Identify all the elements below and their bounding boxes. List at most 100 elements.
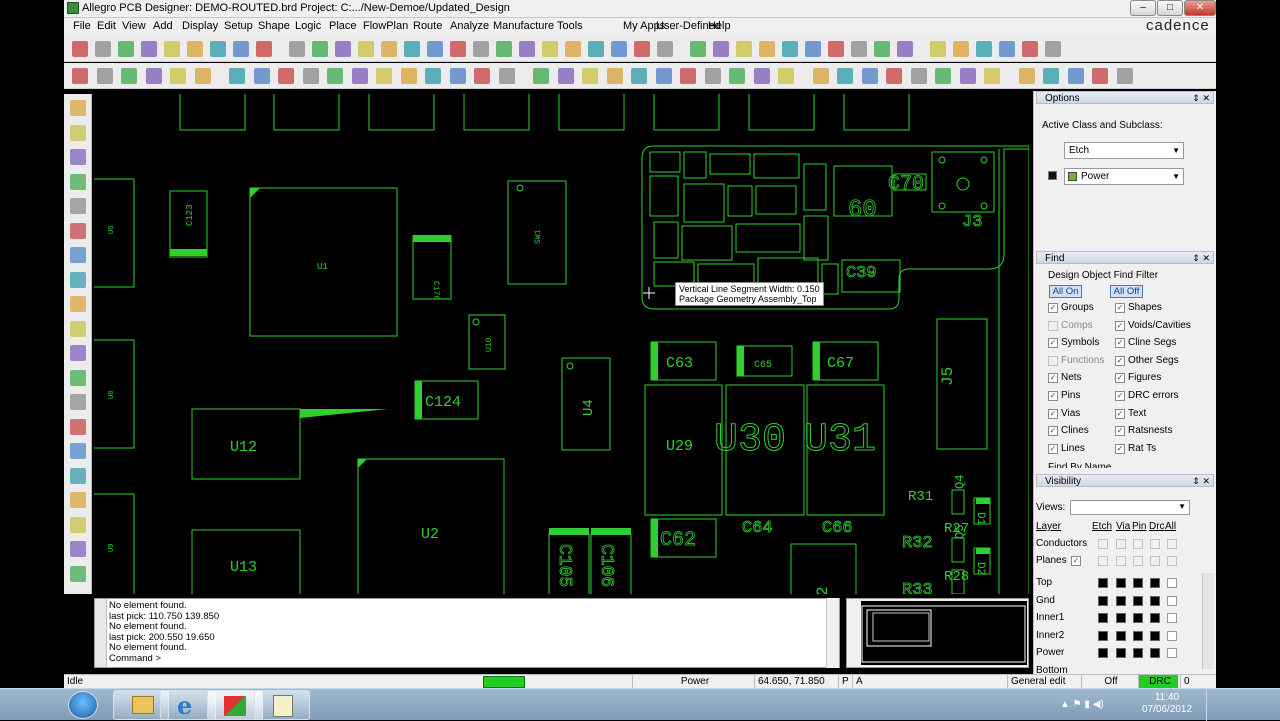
panel-controls[interactable]: ⇕ ✕ bbox=[1192, 475, 1210, 488]
command-console[interactable]: No element found. last pick: 110.750 139.… bbox=[94, 598, 840, 668]
views-select[interactable]: ▼ bbox=[1070, 500, 1190, 515]
planes-vis-box[interactable] bbox=[1098, 556, 1108, 566]
left-tool-icon-13[interactable] bbox=[70, 418, 86, 435]
layer-inner2-toggle[interactable] bbox=[1150, 630, 1160, 641]
menu-route[interactable]: Route bbox=[413, 20, 442, 32]
left-tool-icon-15[interactable] bbox=[70, 467, 86, 484]
tb2-tool-icon-1[interactable] bbox=[96, 68, 113, 84]
close-button[interactable]: ✕ bbox=[1184, 0, 1216, 16]
find-checkbox-figures[interactable]: ✓ bbox=[1115, 373, 1125, 384]
status-drc[interactable]: DRC bbox=[1138, 675, 1178, 689]
tb1-tool-icon-22[interactable] bbox=[588, 41, 604, 57]
left-tool-icon-9[interactable] bbox=[70, 320, 86, 337]
menu-setup[interactable]: Setup bbox=[224, 20, 253, 32]
find-checkbox-ratsnests[interactable]: ✓ bbox=[1115, 426, 1125, 437]
left-tool-icon-17[interactable] bbox=[70, 516, 86, 533]
panel-controls[interactable]: ⇕ ✕ bbox=[1192, 92, 1210, 105]
tb1-tool-icon-0[interactable] bbox=[72, 41, 88, 57]
layer-inner1-toggle[interactable] bbox=[1133, 613, 1143, 623]
menu-edit[interactable]: Edit bbox=[97, 20, 116, 32]
left-tool-icon-19[interactable] bbox=[70, 565, 86, 582]
tb2-tool-icon-12[interactable] bbox=[376, 68, 392, 84]
tb2-tool-icon-36[interactable] bbox=[984, 68, 1000, 84]
planes-vis-box[interactable] bbox=[1150, 556, 1160, 566]
tb2-tool-icon-41[interactable] bbox=[1116, 68, 1133, 84]
left-tool-icon-6[interactable] bbox=[70, 247, 86, 263]
left-tool-icon-14[interactable] bbox=[70, 443, 86, 459]
tb1-tool-icon-40[interactable] bbox=[1022, 41, 1038, 57]
layer-top-toggle[interactable] bbox=[1167, 578, 1177, 588]
tb1-tool-icon-1[interactable] bbox=[95, 41, 111, 57]
tb2-tool-icon-4[interactable] bbox=[170, 68, 186, 84]
menu-help[interactable]: Help bbox=[708, 20, 731, 32]
console-scrollbar[interactable] bbox=[826, 598, 839, 668]
menu-shape[interactable]: Shape bbox=[258, 20, 290, 32]
tb1-tool-icon-11[interactable] bbox=[335, 41, 351, 57]
class-select[interactable]: Etch ▼ bbox=[1064, 142, 1184, 159]
tb1-tool-icon-17[interactable] bbox=[473, 41, 489, 57]
maximize-button[interactable]: □ bbox=[1157, 0, 1183, 16]
layer-gnd-toggle[interactable] bbox=[1167, 595, 1177, 606]
tb2-tool-icon-10[interactable] bbox=[327, 68, 343, 84]
tb1-tool-icon-34[interactable] bbox=[874, 41, 890, 57]
tb2-tool-icon-17[interactable] bbox=[498, 68, 515, 84]
tb1-tool-icon-4[interactable] bbox=[164, 41, 180, 57]
layer-inner1-toggle[interactable] bbox=[1167, 613, 1177, 623]
status-p-button[interactable]: P bbox=[838, 675, 850, 689]
tb2-tool-icon-30[interactable] bbox=[837, 68, 853, 84]
left-tool-icon-8[interactable] bbox=[70, 296, 86, 312]
subclass-select[interactable]: Power ▼ bbox=[1064, 168, 1184, 185]
tb2-tool-icon-34[interactable] bbox=[935, 68, 951, 84]
tb2-tool-icon-11[interactable] bbox=[351, 68, 368, 84]
tb1-tool-icon-35[interactable] bbox=[897, 41, 913, 57]
layer-inner1-toggle[interactable] bbox=[1098, 613, 1108, 623]
menu-display[interactable]: Display bbox=[182, 20, 218, 32]
tb2-tool-icon-2[interactable] bbox=[121, 68, 137, 84]
tb1-tool-icon-6[interactable] bbox=[210, 41, 226, 57]
find-checkbox-groups[interactable]: ✓ bbox=[1048, 303, 1058, 313]
find-checkbox-shapes[interactable]: ✓ bbox=[1115, 303, 1125, 313]
find-checkbox-pins[interactable]: ✓ bbox=[1048, 391, 1058, 401]
tb2-tool-icon-0[interactable] bbox=[72, 68, 88, 84]
left-tool-icon-10[interactable] bbox=[70, 345, 86, 361]
minimize-button[interactable]: – bbox=[1130, 0, 1156, 16]
tb2-tool-icon-38[interactable] bbox=[1043, 68, 1059, 84]
tb1-tool-icon-37[interactable] bbox=[953, 41, 969, 57]
left-tool-icon-7[interactable] bbox=[70, 271, 86, 288]
find-checkbox-comps[interactable] bbox=[1048, 320, 1058, 331]
tb1-tool-icon-13[interactable] bbox=[381, 41, 397, 57]
taskbar-notepad[interactable] bbox=[254, 690, 310, 720]
tb2-tool-icon-31[interactable] bbox=[861, 68, 878, 84]
left-tool-icon-16[interactable] bbox=[70, 492, 86, 508]
find-checkbox-functions[interactable] bbox=[1048, 355, 1058, 366]
tb1-tool-icon-24[interactable] bbox=[634, 41, 650, 57]
tb1-tool-icon-7[interactable] bbox=[233, 41, 249, 57]
find-checkbox-lines[interactable]: ✓ bbox=[1048, 443, 1058, 454]
planes-vis-box[interactable] bbox=[1133, 556, 1143, 566]
tb2-tool-icon-33[interactable] bbox=[910, 68, 927, 84]
find-checkbox-other-segs[interactable]: ✓ bbox=[1115, 355, 1125, 366]
find-checkbox-rat-ts[interactable]: ✓ bbox=[1115, 443, 1125, 454]
layer-power-toggle[interactable] bbox=[1150, 648, 1160, 658]
layer-inner2-toggle[interactable] bbox=[1098, 630, 1108, 641]
left-tool-icon-0[interactable] bbox=[70, 100, 86, 116]
tb1-tool-icon-20[interactable] bbox=[542, 41, 558, 57]
tb2-tool-icon-32[interactable] bbox=[886, 68, 902, 84]
tb1-tool-icon-32[interactable] bbox=[828, 41, 844, 57]
layer-inner1-toggle[interactable] bbox=[1116, 613, 1126, 623]
planes-checkbox[interactable]: ✓ bbox=[1071, 556, 1081, 566]
tb2-tool-icon-21[interactable] bbox=[606, 68, 623, 84]
tb1-tool-icon-33[interactable] bbox=[851, 41, 867, 57]
left-tool-icon-5[interactable] bbox=[70, 222, 86, 239]
tb2-tool-icon-37[interactable] bbox=[1018, 68, 1035, 84]
find-checkbox-cline-segs[interactable]: ✓ bbox=[1115, 338, 1125, 349]
layer-inner2-toggle[interactable] bbox=[1167, 630, 1177, 641]
tb2-tool-icon-28[interactable] bbox=[778, 68, 794, 84]
menu-place[interactable]: Place bbox=[329, 20, 357, 32]
tb1-tool-icon-23[interactable] bbox=[611, 41, 627, 57]
layer-top-toggle[interactable] bbox=[1133, 578, 1143, 588]
menu-file[interactable]: File bbox=[73, 20, 91, 32]
layer-inner2-toggle[interactable] bbox=[1133, 630, 1143, 641]
menu-analyze[interactable]: Analyze bbox=[450, 20, 489, 32]
tb2-tool-icon-8[interactable] bbox=[278, 68, 294, 84]
